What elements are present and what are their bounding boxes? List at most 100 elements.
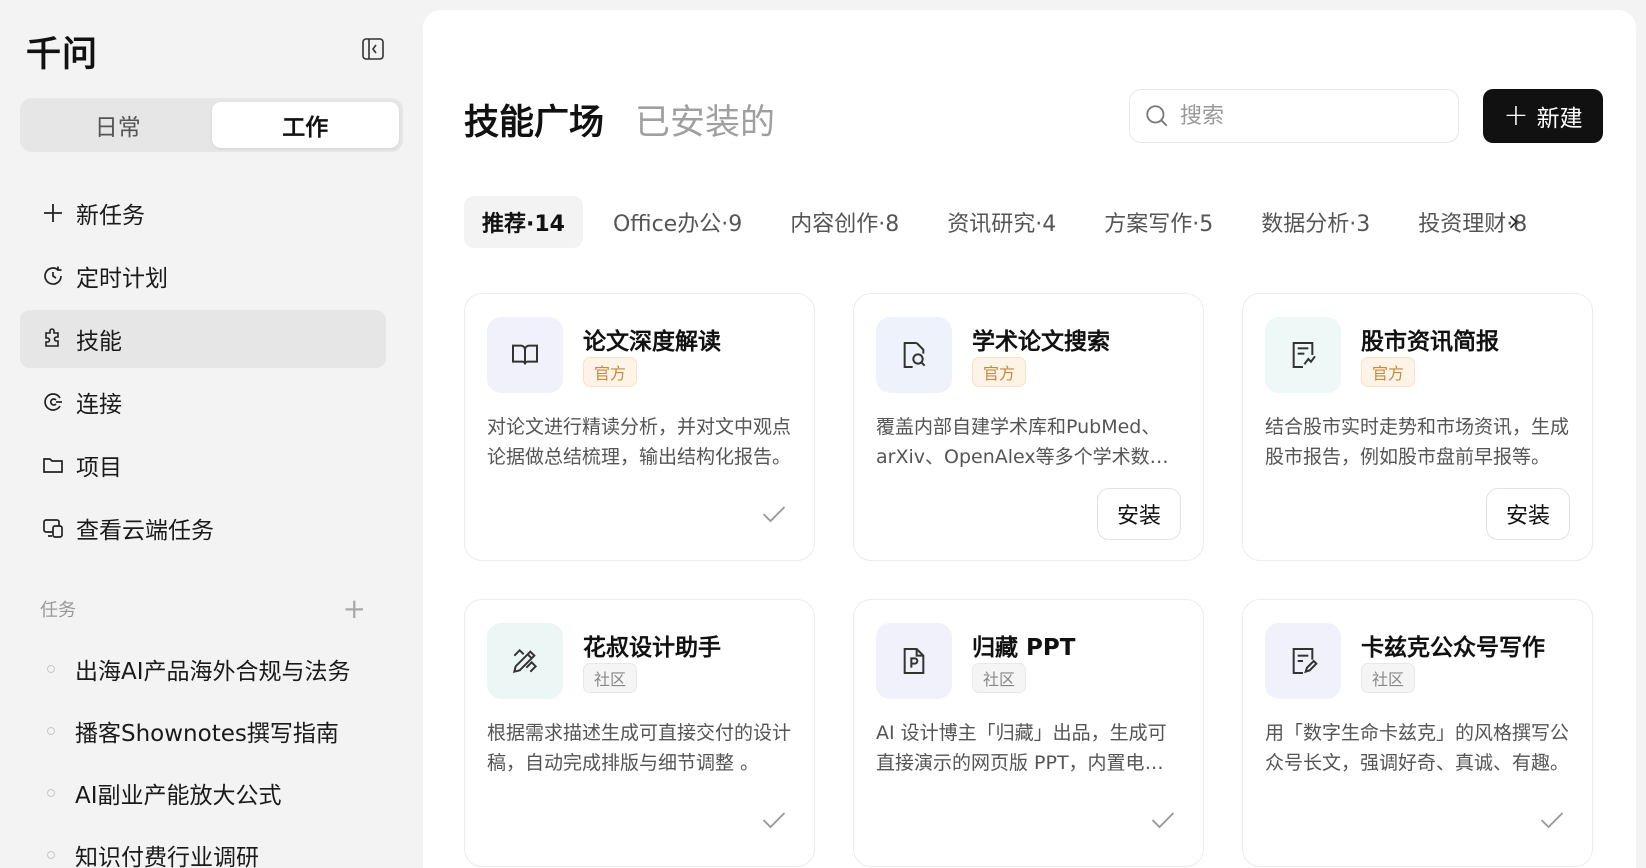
app-title: 千问 <box>26 35 99 75</box>
tasks-section-title: 任务 <box>40 600 76 621</box>
ppt-file-icon <box>903 648 925 674</box>
card-icon-box <box>487 623 563 699</box>
task-label: 出海AI产品海外合规与法务 <box>75 659 351 685</box>
card-icon-box <box>1265 317 1341 393</box>
category-tab-recommended[interactable]: 推荐·14 <box>464 196 583 248</box>
badge-official: 官方 <box>1361 357 1416 387</box>
collapse-sidebar-button[interactable] <box>360 36 386 62</box>
mode-work-button[interactable]: 工作 <box>211 102 399 148</box>
installed-check-icon <box>762 506 786 523</box>
card-description: 根据需求描述生成可直接交付的设计稿，自动完成排版与细节调整 。 <box>487 722 792 774</box>
skill-card[interactable]: 卡兹克公众号写作 社区 用「数字生命卡兹克」的风格撰写公众号长文，强调好奇、真诚… <box>1242 599 1593 867</box>
nav-item-cloud-tasks[interactable]: 查看云端任务 <box>20 499 386 557</box>
installed-check-icon <box>1540 812 1564 829</box>
nav-label: 项目 <box>76 455 122 481</box>
nav-item-scheduled[interactable]: 定时计划 <box>20 247 386 305</box>
design-tools-icon <box>512 648 538 674</box>
badge-community: 社区 <box>583 663 638 693</box>
card-icon-box <box>487 317 563 393</box>
search-icon <box>1146 105 1168 127</box>
tab-installed[interactable]: 已安装的 <box>635 94 775 145</box>
skill-card[interactable]: 花叔设计助手 社区 根据需求描述生成可直接交付的设计稿，自动完成排版与细节调整 … <box>464 599 815 867</box>
folder-icon <box>40 452 66 478</box>
list-item[interactable]: 知识付费行业调研 <box>40 824 380 868</box>
badge-community: 社区 <box>972 663 1027 693</box>
mode-daily-button[interactable]: 日常 <box>24 102 212 148</box>
task-label: AI副业产能放大公式 <box>75 783 282 809</box>
link-circle-icon <box>40 389 66 415</box>
tab-skill-plaza[interactable]: 技能广场 <box>464 94 604 145</box>
nav-item-projects[interactable]: 项目 <box>20 436 386 494</box>
install-button[interactable]: 安装 <box>1097 488 1181 540</box>
install-button[interactable]: 安装 <box>1486 488 1570 540</box>
task-list: 出海AI产品海外合规与法务 播客Shownotes撰写指南 AI副业产能放大公式… <box>40 638 380 868</box>
bullet-icon <box>47 789 55 797</box>
task-label: 知识付费行业调研 <box>75 845 259 868</box>
installed-check-icon <box>762 812 786 829</box>
chevron-right-icon <box>1509 215 1518 229</box>
category-tab-content[interactable]: 内容创作·8 <box>772 196 917 248</box>
list-item[interactable]: AI副业产能放大公式 <box>40 762 380 824</box>
skill-card[interactable]: 学术论文搜索 官方 覆盖内部自建学术库和PubMed、arXiv、OpenAle… <box>853 293 1204 561</box>
bullet-icon <box>47 727 55 735</box>
task-label: 播客Shownotes撰写指南 <box>75 721 339 747</box>
badge-official: 官方 <box>972 357 1027 387</box>
card-icon-box <box>876 317 952 393</box>
skill-card[interactable]: 论文深度解读 官方 对论文进行精读分析，并对文中观点论据做总结梳理，输出结构化报… <box>464 293 815 561</box>
skill-card[interactable]: 归藏 PPT 社区 AI 设计博主「归藏」出品，生成可直接演示的网页版 PPT，… <box>853 599 1204 867</box>
nav-item-skills[interactable]: 技能 <box>20 310 386 368</box>
card-icon-box <box>1265 623 1341 699</box>
category-tab-research[interactable]: 资讯研究·4 <box>929 196 1074 248</box>
nav-label: 连接 <box>76 392 122 418</box>
list-item[interactable]: 出海AI产品海外合规与法务 <box>40 638 380 700</box>
clock-refresh-icon <box>40 263 66 289</box>
bullet-icon <box>47 851 55 859</box>
nav-label: 查看云端任务 <box>76 518 214 544</box>
card-title: 归藏 PPT <box>972 635 1076 661</box>
open-book-icon <box>512 344 538 365</box>
card-title: 股市资讯简报 <box>1361 329 1499 355</box>
document-chart-icon <box>1292 342 1316 368</box>
skills-main-panel: 技能广场 已安装的 + 新建 推荐·14 Office办公·9 内容创作·8 资… <box>423 10 1636 868</box>
card-icon-box <box>876 623 952 699</box>
card-description: 结合股市实时走势和市场资讯，生成股市报告，例如股市盘前早报等。 <box>1265 416 1570 468</box>
search-box[interactable] <box>1129 89 1459 143</box>
nav-label: 定时计划 <box>76 266 168 292</box>
skill-card[interactable]: 股市资讯简报 官方 结合股市实时走势和市场资讯，生成股市报告，例如股市盘前早报等… <box>1242 293 1593 561</box>
card-description: 覆盖内部自建学术库和PubMed、arXiv、OpenAlex等多个学术数据库。 <box>876 416 1169 468</box>
category-tab-proposal[interactable]: 方案写作·5 <box>1086 196 1231 248</box>
mode-switch: 日常 工作 <box>20 98 403 152</box>
nav-label: 新任务 <box>76 203 145 229</box>
add-task-icon[interactable]: + <box>343 595 366 623</box>
category-tab-office[interactable]: Office办公·9 <box>595 196 760 248</box>
document-search-icon <box>903 342 926 368</box>
puzzle-icon <box>40 326 66 352</box>
list-item[interactable]: 播客Shownotes撰写指南 <box>40 700 380 762</box>
card-title: 论文深度解读 <box>583 329 721 355</box>
category-next-button[interactable] <box>1501 210 1525 234</box>
note-edit-icon <box>1292 648 1318 674</box>
badge-official: 官方 <box>583 357 638 387</box>
search-input[interactable] <box>1180 103 1440 129</box>
plus-icon: + <box>1503 98 1529 133</box>
plus-icon <box>40 200 66 226</box>
skill-card-grid: 论文深度解读 官方 对论文进行精读分析，并对文中观点论据做总结梳理，输出结构化报… <box>464 293 1604 867</box>
new-skill-label: 新建 <box>1536 106 1583 132</box>
card-title: 卡兹克公众号写作 <box>1361 635 1545 661</box>
card-description: AI 设计博主「归藏」出品，生成可直接演示的网页版 PPT，内置电影感模板。 <box>876 722 1167 774</box>
bullet-icon <box>47 665 55 673</box>
category-tabs: 推荐·14 Office办公·9 内容创作·8 资讯研究·4 方案写作·5 数据… <box>464 196 1604 248</box>
badge-community: 社区 <box>1361 663 1416 693</box>
card-description: 对论文进行精读分析，并对文中观点论据做总结梳理，输出结构化报告。 <box>487 416 792 468</box>
new-skill-button[interactable]: + 新建 <box>1483 89 1603 143</box>
nav-item-new-task[interactable]: 新任务 <box>20 184 386 242</box>
nav-label: 技能 <box>76 329 122 355</box>
nav-item-connections[interactable]: 连接 <box>20 373 386 431</box>
category-tab-data[interactable]: 数据分析·3 <box>1243 196 1388 248</box>
card-title: 学术论文搜索 <box>972 329 1110 355</box>
installed-check-icon <box>1151 812 1175 829</box>
cloud-device-icon <box>40 515 66 541</box>
sidebar: 千问 日常 工作 新任务 定时计划 技能 连接 项目 查看云端任务 任务 + 出… <box>0 0 421 868</box>
card-title: 花叔设计助手 <box>583 635 721 661</box>
tasks-section-header: 任务 + <box>40 594 366 624</box>
